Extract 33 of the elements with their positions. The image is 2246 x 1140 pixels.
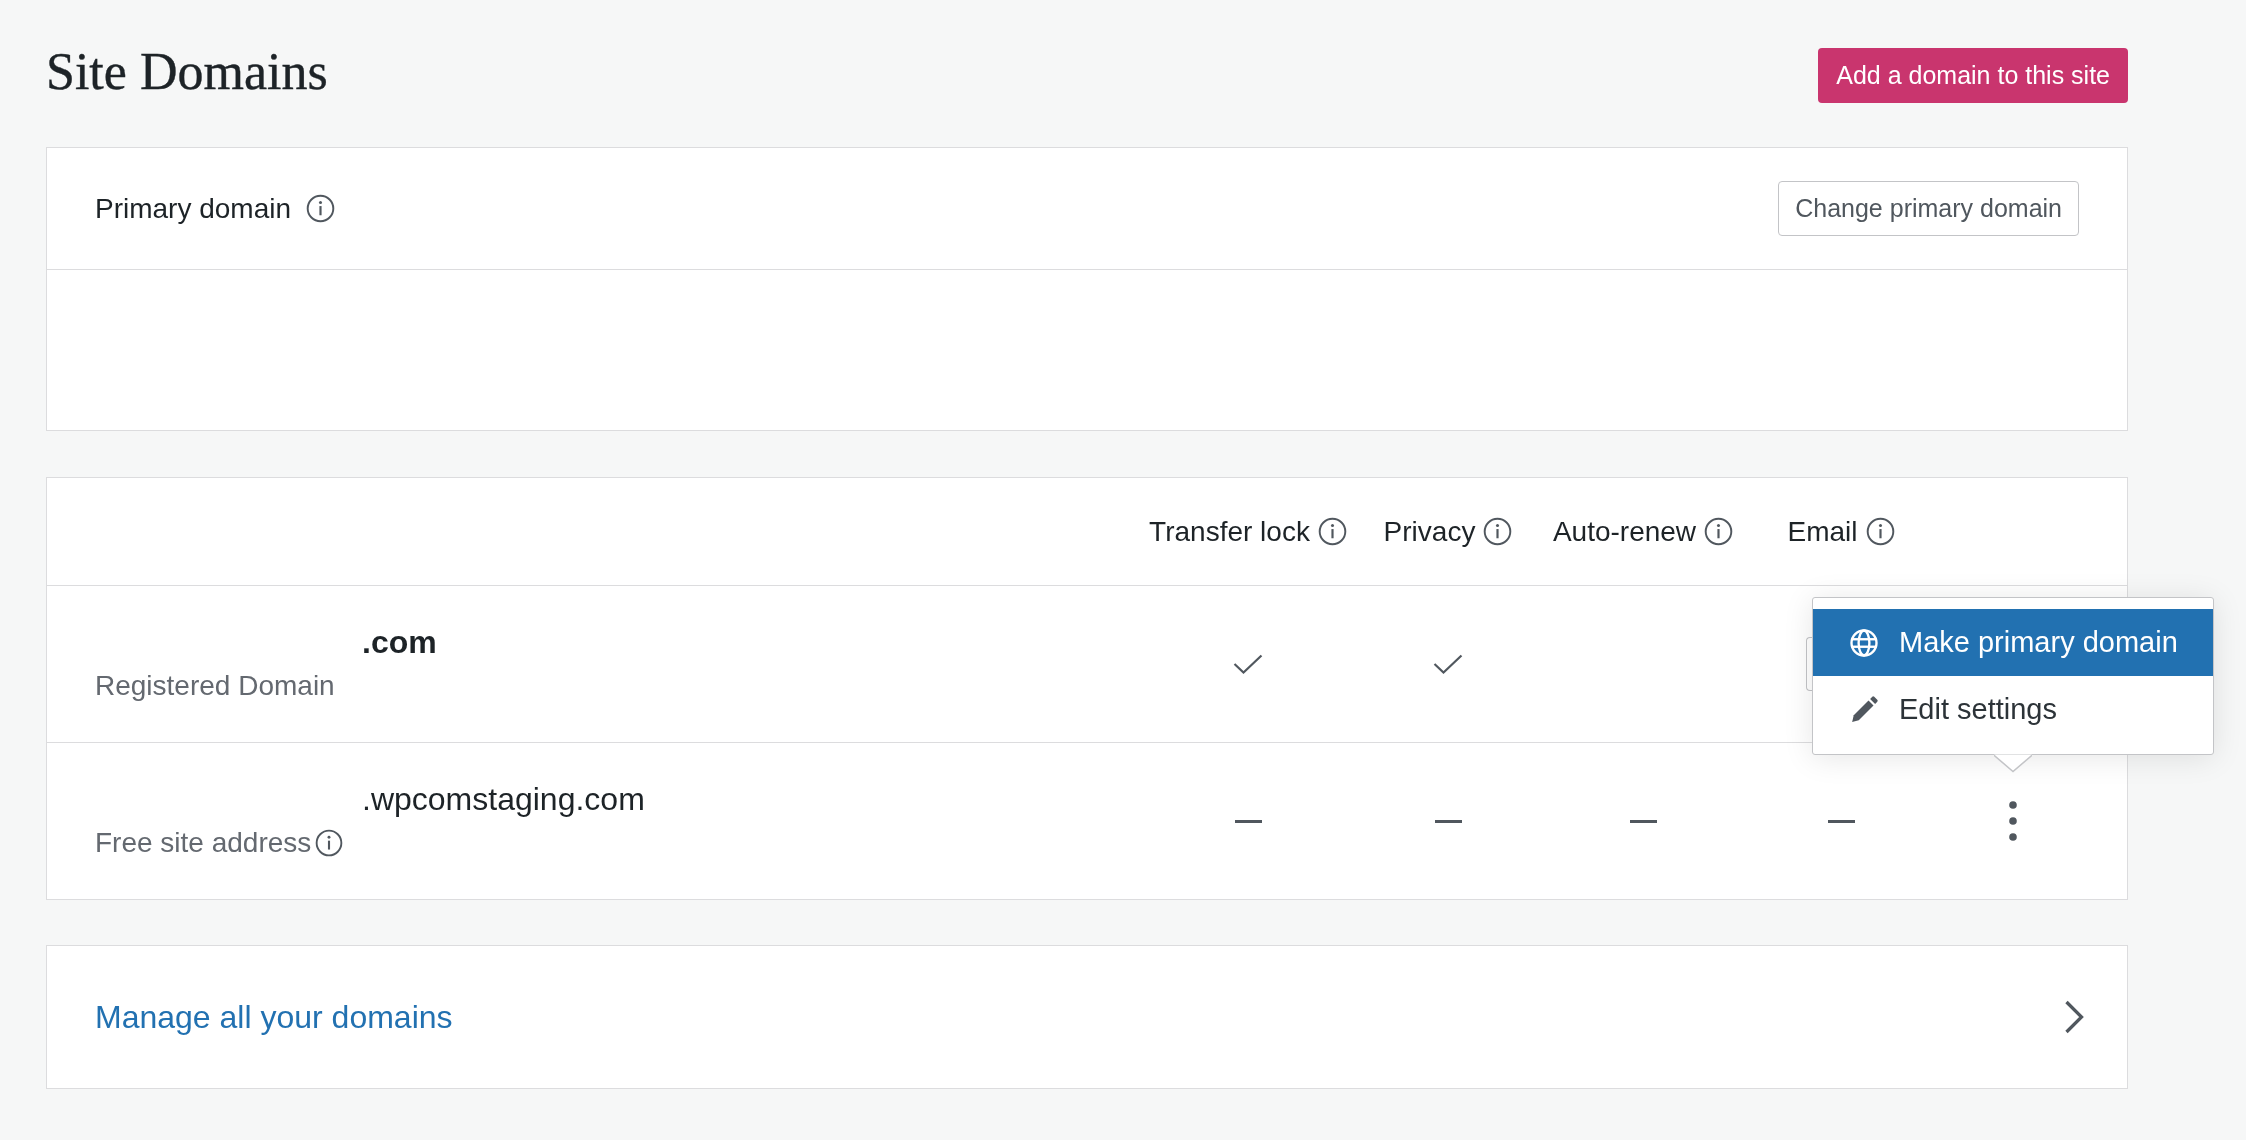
card-heading: Primary domain	[95, 192, 292, 225]
manage-domains-link[interactable]: Manage all your domains	[95, 998, 453, 1036]
dash-icon	[1234, 819, 1262, 823]
dash-icon	[1629, 819, 1657, 823]
info-icon[interactable]	[315, 829, 344, 857]
info-icon[interactable]	[1704, 517, 1734, 546]
checkmark-icon	[1233, 654, 1263, 674]
manage-domains-card[interactable]: Manage all your domains	[46, 945, 2128, 1089]
add-domain-button[interactable]: Add a domain to this site	[1818, 48, 2128, 103]
globe-icon	[1849, 627, 1879, 658]
menu-item[interactable]: Edit settings	[1813, 676, 2213, 743]
more-options-button[interactable]	[2009, 801, 2017, 841]
chevron-right-icon	[2063, 999, 2085, 1035]
vertical-ellipsis-icon	[2009, 801, 2017, 841]
menu-item[interactable]: Make primary domain	[1813, 609, 2213, 676]
page-title: Site Domains	[46, 46, 328, 98]
info-icon[interactable]	[306, 194, 336, 223]
domain-type-label: Registered Domain	[95, 669, 335, 703]
domain-type-label: Free site address	[95, 826, 312, 860]
checkmark-icon	[1433, 654, 1463, 674]
column-header: Transfer lock	[1149, 515, 1310, 548]
pencil-icon	[1849, 694, 1879, 725]
domain-name: .wpcomstaging.com	[362, 780, 645, 819]
column-header: Privacy	[1383, 515, 1476, 548]
column-header: Email	[1787, 515, 1858, 548]
dash-icon	[1827, 819, 1855, 823]
column-header: Auto-renew	[1552, 515, 1697, 548]
dash-icon	[1434, 819, 1462, 823]
info-icon[interactable]	[1865, 517, 1895, 546]
change-primary-domain-button[interactable]: Change primary domain	[1778, 181, 2079, 236]
info-icon[interactable]	[1317, 517, 1347, 546]
info-icon[interactable]	[1483, 517, 1513, 546]
domain-name: .com	[362, 623, 437, 662]
